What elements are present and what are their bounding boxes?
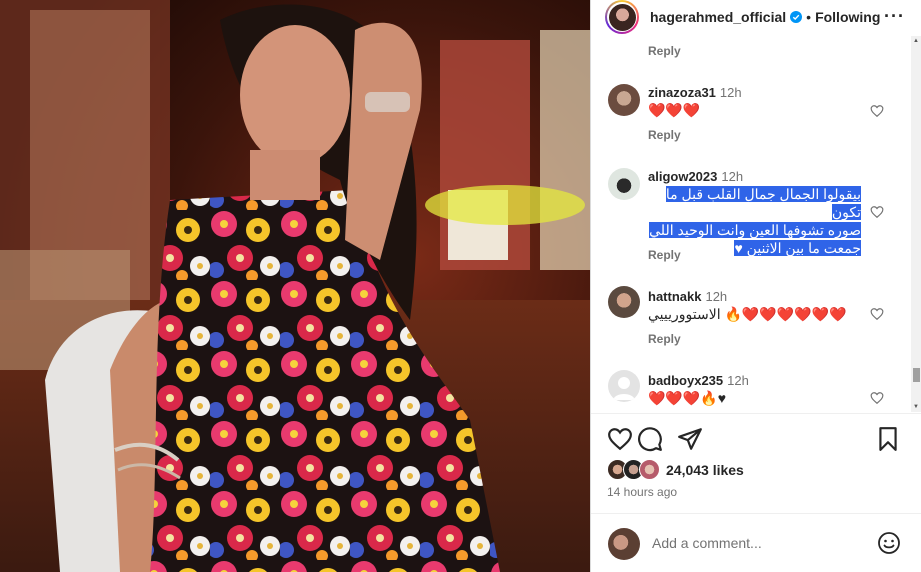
current-user-avatar[interactable] — [608, 528, 640, 560]
post-header: hagerahmed_official • Following ··· — [591, 0, 921, 34]
comment-line: صوره تشوفها العين وانت الوحيد اللي — [649, 222, 861, 238]
comment-line: بيقولوا الجمال جمال القلب قبل ما تكون — [665, 186, 861, 220]
reply-link[interactable]: Reply — [648, 248, 681, 262]
comment-text: ❤️❤️❤️ — [648, 102, 701, 118]
add-comment-input[interactable]: Add a comment... — [652, 535, 762, 551]
header-separator: • — [806, 9, 812, 25]
scroll-up-arrow-icon[interactable]: ▲ — [913, 38, 919, 44]
comment-line: جمعت ما بين الاثنين ♥ — [734, 240, 861, 256]
comment-username-text[interactable]: aligow2023 — [648, 169, 717, 184]
likes-count[interactable]: 24,043 likes — [666, 462, 744, 478]
scroll-down-arrow-icon[interactable]: ▼ — [913, 404, 919, 410]
comment-text: الاستووريييي 🔥❤️❤️❤️❤️❤️❤️ — [648, 306, 847, 322]
reply-link[interactable]: Reply — [648, 332, 681, 346]
author-username[interactable]: hagerahmed_official — [650, 9, 786, 25]
comment-username[interactable]: zinazoza31 12h — [648, 85, 742, 100]
verified-badge-icon — [790, 11, 803, 23]
comment-username[interactable]: aligow2023 12h — [648, 169, 743, 184]
comment-like-heart-icon[interactable] — [870, 391, 884, 405]
photo-illustration — [0, 0, 590, 572]
comments-scrollbar[interactable]: ▲ ▼ — [911, 36, 921, 412]
comment-username[interactable]: hattnakk 12h — [648, 289, 727, 304]
comment-time: 12h — [719, 85, 742, 100]
reply-link[interactable]: Reply — [648, 44, 681, 58]
share-send-icon[interactable] — [677, 426, 703, 452]
default-avatar-icon — [613, 377, 635, 400]
comment-avatar[interactable] — [608, 168, 640, 200]
like-heart-icon[interactable] — [607, 426, 633, 452]
comment-username[interactable]: badboyx235 12h — [648, 373, 749, 388]
comment-time: 12h — [721, 169, 744, 184]
likes-row[interactable]: 24,043 likes — [607, 459, 744, 480]
comment-bubble-icon[interactable] — [637, 426, 663, 452]
emoji-icon[interactable] — [877, 531, 901, 555]
comment-text: بيقولوا الجمال جمال القلب قبل ما تكون صو… — [641, 185, 861, 257]
comment-like-heart-icon[interactable] — [870, 104, 884, 118]
save-bookmark-icon[interactable] — [875, 426, 901, 452]
comment-username-text[interactable]: zinazoza31 — [648, 85, 716, 100]
comment-avatar[interactable] — [608, 370, 640, 402]
post-timestamp[interactable]: 14 hours ago — [607, 485, 677, 499]
post-side-panel: hagerahmed_official • Following ··· Repl… — [590, 0, 921, 572]
comments-list: Reply zinazoza31 12h ❤️❤️❤️ Reply aligow2… — [591, 36, 908, 412]
comment-username-text[interactable]: hattnakk — [648, 289, 701, 304]
comment-time: 12h — [705, 289, 728, 304]
comment-avatar[interactable] — [608, 84, 640, 116]
more-options-icon[interactable]: ··· — [884, 6, 905, 27]
author-avatar[interactable] — [605, 0, 639, 34]
comment-username-text[interactable]: badboyx235 — [648, 373, 723, 388]
post-actions — [607, 426, 907, 454]
post-photo[interactable] — [0, 0, 590, 572]
reply-link[interactable]: Reply — [648, 128, 681, 142]
add-comment-bar: Add a comment... — [591, 514, 921, 572]
comment-time: 12h — [727, 373, 749, 388]
scrollbar-thumb[interactable] — [913, 368, 920, 382]
comment-text: ❤️❤️❤️🔥♥ — [648, 390, 727, 406]
divider — [591, 413, 921, 414]
comment-avatar[interactable] — [608, 286, 640, 318]
following-button[interactable]: Following — [815, 9, 880, 25]
comment-like-heart-icon[interactable] — [870, 205, 884, 219]
liker-avatar — [639, 459, 660, 480]
comment-like-heart-icon[interactable] — [870, 307, 884, 321]
